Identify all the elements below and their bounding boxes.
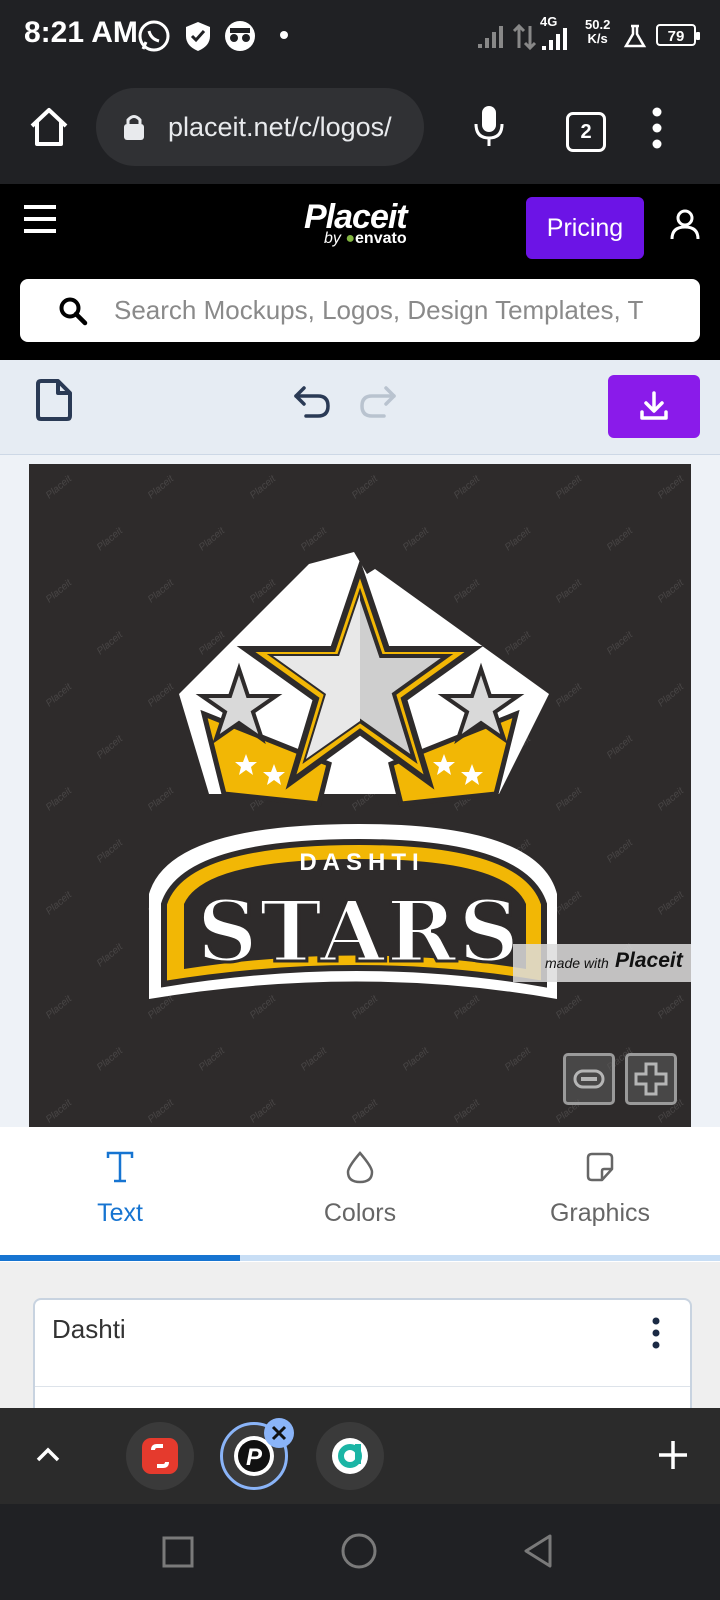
logo-line2-text: STARS bbox=[195, 881, 522, 983]
network-speed: 50.2 K/s bbox=[585, 18, 610, 46]
card-more-vert-icon[interactable] bbox=[651, 1316, 661, 1350]
tab-active-indicator bbox=[0, 1255, 240, 1261]
search-icon bbox=[58, 296, 88, 326]
sticker-icon bbox=[584, 1149, 616, 1185]
whatsapp-icon bbox=[136, 18, 172, 54]
more-vert-icon[interactable] bbox=[650, 106, 664, 150]
tab-thumb-3[interactable] bbox=[316, 1422, 384, 1490]
close-tab-icon[interactable] bbox=[264, 1418, 294, 1448]
tab-switcher-button[interactable]: 2 bbox=[566, 112, 606, 152]
browser-tab-strip: P bbox=[0, 1408, 720, 1504]
made-with-placeit-badge: made with Placeit bbox=[513, 944, 691, 982]
signal-strong-icon bbox=[540, 18, 576, 54]
svg-text:P: P bbox=[246, 1444, 263, 1471]
text-icon bbox=[104, 1149, 136, 1185]
battery-icon: 79 bbox=[656, 24, 700, 46]
chevron-up-icon[interactable] bbox=[34, 1444, 62, 1464]
editor-tabs: Text Colors Graphics bbox=[0, 1127, 720, 1262]
text-layer-value[interactable]: Dashti bbox=[52, 1314, 126, 1345]
canvas-area: Placeit Placeit Placeit Placeit Placeit Place… bbox=[0, 455, 720, 1127]
tab-colors[interactable]: Colors bbox=[240, 1127, 480, 1255]
download-button[interactable] bbox=[608, 375, 700, 438]
logo-sub-by: by bbox=[324, 230, 341, 247]
tab-graphics-label: Graphics bbox=[549, 1199, 651, 1227]
app-icon-teal bbox=[332, 1438, 368, 1474]
pricing-button[interactable]: Pricing bbox=[526, 197, 644, 259]
download-icon bbox=[638, 390, 670, 422]
incognito-icon bbox=[222, 18, 258, 54]
badge-made-with: made with bbox=[545, 955, 609, 971]
status-bar: 8:21 AM 4G 50.2 K/s 79 bbox=[0, 0, 720, 72]
app-icon-red bbox=[142, 1438, 178, 1474]
home-icon[interactable] bbox=[26, 104, 72, 150]
placeit-logo-sub: by ●envato bbox=[324, 230, 407, 248]
flask-icon bbox=[620, 18, 656, 54]
editor-toolbar bbox=[0, 360, 720, 455]
zoom-in-button[interactable] bbox=[625, 1053, 677, 1105]
hamburger-menu-icon[interactable] bbox=[24, 203, 56, 235]
browser-toolbar: placeit.net/c/logos/ 2 bbox=[0, 72, 720, 185]
search-input[interactable]: Search Mockups, Logos, Design Templates,… bbox=[114, 279, 684, 342]
recents-square-icon[interactable] bbox=[160, 1534, 196, 1570]
lock-icon bbox=[122, 112, 146, 142]
redo-icon[interactable] bbox=[358, 384, 398, 420]
tab-text[interactable]: Text bbox=[0, 1127, 240, 1255]
speed-unit: K/s bbox=[587, 31, 608, 46]
new-page-icon[interactable] bbox=[34, 378, 74, 422]
minus-icon bbox=[573, 1069, 605, 1089]
badge-brand: Placeit bbox=[615, 949, 683, 972]
droplet-icon bbox=[344, 1149, 376, 1185]
logo-line1-text: DASHTI bbox=[299, 849, 425, 876]
tab-text-label: Text bbox=[97, 1199, 143, 1227]
speed-value: 50.2 bbox=[585, 17, 611, 32]
address-bar[interactable]: placeit.net/c/logos/ bbox=[96, 88, 424, 166]
team-logo-graphic bbox=[149, 552, 557, 999]
status-time: 8:21 AM bbox=[24, 16, 138, 49]
signal-weak-icon bbox=[474, 18, 510, 54]
home-circle-icon[interactable] bbox=[340, 1532, 378, 1570]
back-triangle-icon[interactable] bbox=[520, 1532, 556, 1570]
logo-canvas[interactable]: Placeit Placeit Placeit Placeit Placeit Place… bbox=[29, 464, 691, 1127]
zoom-out-button[interactable] bbox=[563, 1053, 615, 1105]
new-tab-plus-icon[interactable] bbox=[656, 1438, 690, 1472]
shield-icon bbox=[180, 18, 216, 54]
tab-graphics[interactable]: Graphics bbox=[480, 1127, 720, 1255]
url-text: placeit.net/c/logos/ bbox=[168, 112, 392, 142]
tab-colors-label: Colors bbox=[323, 1199, 397, 1227]
microphone-icon[interactable] bbox=[470, 102, 508, 150]
text-panel: Dashti bbox=[0, 1262, 720, 1442]
plus-icon bbox=[634, 1062, 668, 1096]
system-nav-bar bbox=[0, 1504, 720, 1600]
envato-leaf-icon: ● bbox=[345, 230, 356, 247]
user-account-icon[interactable] bbox=[670, 208, 700, 240]
site-header: Placeit by ●envato Pricing Search Mockup… bbox=[0, 184, 720, 360]
notification-dot-icon bbox=[280, 31, 288, 39]
search-bar[interactable]: Search Mockups, Logos, Design Templates,… bbox=[20, 279, 700, 342]
undo-icon[interactable] bbox=[292, 384, 332, 420]
tab-thumb-1[interactable] bbox=[126, 1422, 194, 1490]
card-divider bbox=[35, 1386, 690, 1387]
logo-sub-brand: envato bbox=[355, 230, 407, 247]
